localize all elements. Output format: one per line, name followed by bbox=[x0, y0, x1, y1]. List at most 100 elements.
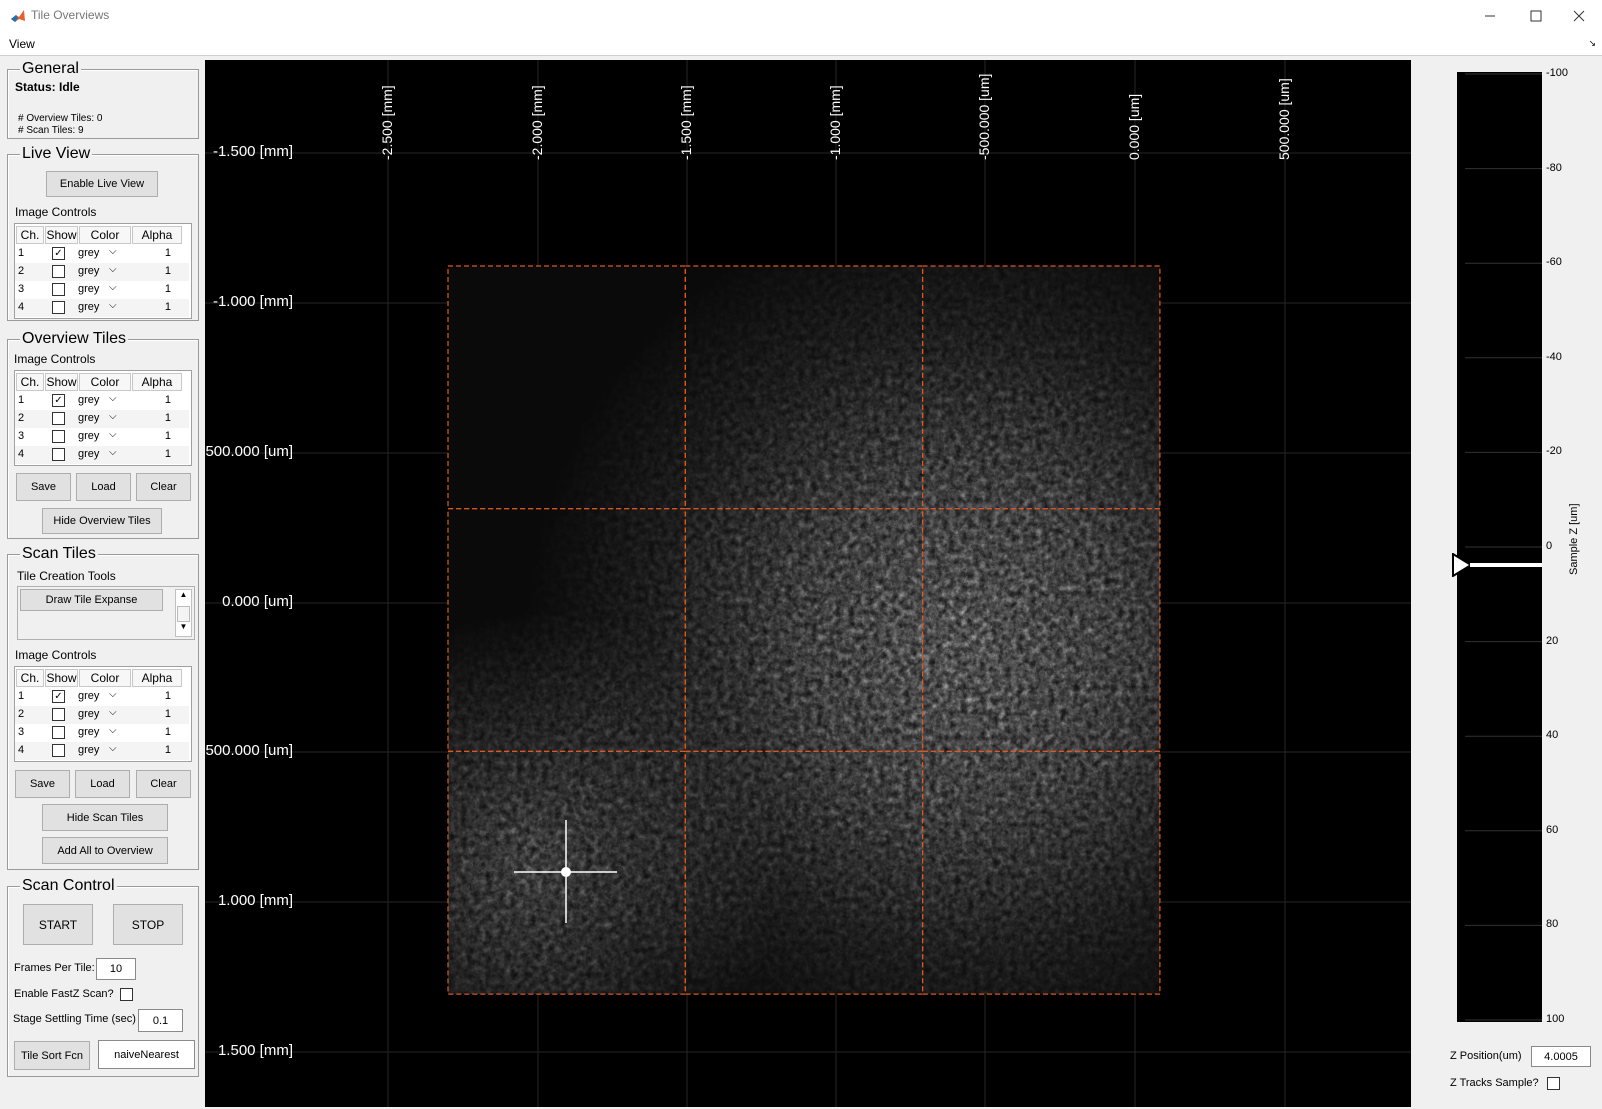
z-position-input[interactable]: 4.0005 bbox=[1531, 1046, 1591, 1067]
add-all-to-overview-button[interactable]: Add All to Overview bbox=[42, 837, 168, 864]
alpha-value[interactable]: 1 bbox=[165, 265, 171, 277]
show-checkbox[interactable] bbox=[52, 744, 65, 757]
x-tick-label: -500.000 [um] bbox=[976, 73, 992, 160]
chevron-down-icon[interactable]: ⌵ bbox=[109, 300, 117, 311]
chevron-down-icon[interactable]: ⌵ bbox=[109, 707, 117, 718]
maximize-button[interactable] bbox=[1513, 0, 1559, 32]
scan-tiles-panel: Scan Tiles Tile Creation Tools Draw Tile… bbox=[7, 545, 199, 870]
close-button[interactable] bbox=[1556, 0, 1602, 32]
z-position-marker[interactable] bbox=[1452, 553, 1542, 577]
chevron-down-icon[interactable]: ⌵ bbox=[109, 689, 117, 700]
tile-sort-fcn-input[interactable]: naiveNearest bbox=[98, 1040, 195, 1069]
chevron-down-icon[interactable]: ⌵ bbox=[109, 447, 117, 458]
color-dropdown[interactable]: grey bbox=[78, 448, 99, 460]
z-tick-label: -20 bbox=[1546, 445, 1562, 458]
z-tracks-sample-checkbox[interactable] bbox=[1547, 1077, 1560, 1090]
scroll-thumb[interactable] bbox=[177, 606, 190, 622]
minimize-button[interactable] bbox=[1467, 0, 1513, 32]
color-dropdown[interactable]: grey bbox=[78, 726, 99, 738]
y-tick-label: 1.500 [mm] bbox=[217, 1042, 293, 1059]
menu-view[interactable]: View bbox=[9, 37, 35, 51]
channel-number: 1 bbox=[18, 690, 25, 702]
alpha-value[interactable]: 1 bbox=[165, 283, 171, 295]
show-checkbox[interactable] bbox=[52, 430, 65, 443]
show-checkbox[interactable] bbox=[52, 412, 65, 425]
maximize-icon bbox=[1530, 10, 1542, 22]
show-checkbox[interactable]: ✓ bbox=[52, 690, 65, 703]
overview-image-controls-table: Ch. Show Color Alpha 1 ✓ grey ⌵ 1 2 grey ⌵ 1 3 grey ⌵ 1 4… bbox=[14, 370, 192, 466]
color-dropdown[interactable]: grey bbox=[78, 283, 99, 295]
show-checkbox[interactable] bbox=[52, 448, 65, 461]
alpha-value[interactable]: 1 bbox=[165, 247, 171, 259]
channel-number: 2 bbox=[18, 708, 25, 720]
hide-overview-tiles-button[interactable]: Hide Overview Tiles bbox=[42, 508, 162, 534]
title-bar: Tile Overviews bbox=[0, 0, 1602, 32]
chevron-down-icon[interactable]: ⌵ bbox=[109, 282, 117, 293]
chevron-down-icon[interactable]: ⌵ bbox=[109, 743, 117, 754]
tile-viewer-canvas[interactable] bbox=[205, 60, 1411, 1107]
alpha-value[interactable]: 1 bbox=[165, 708, 171, 720]
frames-per-tile-input[interactable]: 10 bbox=[96, 958, 136, 980]
enable-fastz-checkbox[interactable] bbox=[120, 988, 133, 1001]
channel-row: 2 grey ⌵ 1 bbox=[15, 263, 189, 281]
column-header-color: Color bbox=[79, 226, 131, 244]
alpha-value[interactable]: 1 bbox=[165, 448, 171, 460]
show-checkbox[interactable]: ✓ bbox=[52, 394, 65, 407]
alpha-value[interactable]: 1 bbox=[165, 412, 171, 424]
alpha-value[interactable]: 1 bbox=[165, 744, 171, 756]
chevron-down-icon[interactable]: ⌵ bbox=[109, 429, 117, 440]
z-tick-label: 40 bbox=[1546, 729, 1559, 742]
scan-load-button[interactable]: Load bbox=[75, 770, 130, 798]
alpha-value[interactable]: 1 bbox=[165, 394, 171, 406]
show-checkbox[interactable]: ✓ bbox=[52, 247, 65, 260]
overview-save-button[interactable]: Save bbox=[16, 473, 71, 501]
z-tick-label: 20 bbox=[1546, 634, 1559, 647]
channel-row: 1 ✓ grey ⌵ 1 bbox=[15, 392, 189, 410]
show-checkbox[interactable] bbox=[52, 265, 65, 278]
chevron-down-icon[interactable]: ⌵ bbox=[109, 725, 117, 736]
color-dropdown[interactable]: grey bbox=[78, 412, 99, 424]
color-dropdown[interactable]: grey bbox=[78, 247, 99, 259]
chevron-down-icon[interactable]: ⌵ bbox=[109, 393, 117, 404]
tools-scrollbar[interactable]: ▲ ▼ bbox=[175, 589, 192, 637]
alpha-value[interactable]: 1 bbox=[165, 430, 171, 442]
color-dropdown[interactable]: grey bbox=[78, 430, 99, 442]
alpha-value[interactable]: 1 bbox=[165, 690, 171, 702]
channel-number: 4 bbox=[18, 744, 25, 756]
sample-z-axis[interactable] bbox=[1457, 72, 1542, 1022]
z-position-label: Z Position(um) bbox=[1450, 1050, 1522, 1062]
alpha-value[interactable]: 1 bbox=[165, 301, 171, 313]
show-checkbox[interactable] bbox=[52, 283, 65, 296]
chevron-down-icon[interactable]: ⌵ bbox=[109, 246, 117, 257]
scroll-up-icon[interactable]: ▲ bbox=[176, 590, 191, 604]
show-checkbox[interactable] bbox=[52, 301, 65, 314]
scroll-down-icon[interactable]: ▼ bbox=[176, 622, 191, 636]
overview-clear-button[interactable]: Clear bbox=[136, 473, 191, 501]
chevron-down-icon[interactable]: ⌵ bbox=[109, 411, 117, 422]
overview-tiles-panel-title: Overview Tiles bbox=[20, 330, 129, 348]
undock-icon[interactable]: ↘ bbox=[1588, 38, 1596, 49]
channel-row: 4 grey ⌵ 1 bbox=[15, 742, 189, 760]
color-dropdown[interactable]: grey bbox=[78, 708, 99, 720]
show-checkbox[interactable] bbox=[52, 708, 65, 721]
tile-viewer-axes[interactable]: -2.500 [mm] -2.000 [mm] -1.500 [mm] -1.000 … bbox=[205, 60, 1411, 1107]
stage-settling-input[interactable]: 0.1 bbox=[138, 1009, 183, 1032]
stop-button[interactable]: STOP bbox=[113, 904, 183, 945]
alpha-value[interactable]: 1 bbox=[165, 726, 171, 738]
enable-live-view-button[interactable]: Enable Live View bbox=[46, 171, 158, 197]
color-dropdown[interactable]: grey bbox=[78, 690, 99, 702]
chevron-down-icon[interactable]: ⌵ bbox=[109, 264, 117, 275]
scan-clear-button[interactable]: Clear bbox=[136, 770, 191, 798]
column-header-ch: Ch. bbox=[16, 669, 44, 687]
color-dropdown[interactable]: grey bbox=[78, 394, 99, 406]
overview-load-button[interactable]: Load bbox=[76, 473, 131, 501]
hide-scan-tiles-button[interactable]: Hide Scan Tiles bbox=[42, 804, 168, 831]
color-dropdown[interactable]: grey bbox=[78, 744, 99, 756]
draw-tile-expanse-button[interactable]: Draw Tile Expanse bbox=[20, 589, 163, 611]
color-dropdown[interactable]: grey bbox=[78, 301, 99, 313]
tile-sort-fcn-button[interactable]: Tile Sort Fcn bbox=[14, 1041, 90, 1070]
show-checkbox[interactable] bbox=[52, 726, 65, 739]
start-button[interactable]: START bbox=[23, 904, 93, 945]
scan-save-button[interactable]: Save bbox=[15, 770, 70, 798]
color-dropdown[interactable]: grey bbox=[78, 265, 99, 277]
